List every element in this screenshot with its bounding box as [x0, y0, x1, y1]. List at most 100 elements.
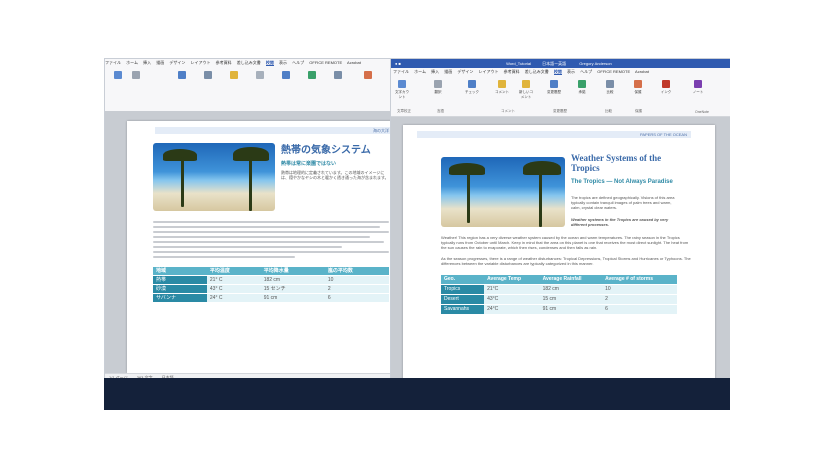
table-cell: 6 — [602, 304, 677, 314]
table-row: 砂漠 43° C 15 センチ 2 — [153, 284, 389, 294]
left-ribbon-spelling-button[interactable] — [111, 71, 125, 81]
table-cell: 10 — [324, 275, 389, 285]
menu-draw[interactable]: 描画 — [156, 60, 164, 65]
menu-file[interactable]: ファイル — [393, 69, 409, 74]
table-cell: 91 cm — [539, 304, 603, 314]
menu-office-remote[interactable]: OFFICE REMOTE — [309, 60, 342, 65]
table-cell: 2 — [602, 294, 677, 305]
left-document-area: 海の大洋 熱帯の気象システム 熱帯は常に楽園ではない 熱帯は地理的に定義されてい… — [105, 111, 405, 373]
right-window-subtitle: 日本語ー英語 — [542, 61, 567, 66]
table-header-cell: 平均温度 — [206, 267, 261, 276]
menu-design[interactable]: デザイン — [457, 69, 473, 74]
left-beach-photo — [153, 143, 275, 211]
menu-insert[interactable]: 挿入 — [431, 69, 439, 74]
table-cell: 2 — [324, 284, 389, 294]
table-cell: 熱帯 — [153, 275, 207, 285]
table-cell: 砂漠 — [153, 284, 207, 294]
right-document-page: PAPERS OF THE OCEAN Weather Systems of t… — [403, 125, 715, 393]
desktop-screen: ファイル ホーム 挿入 描画 デザイン レイアウト 参考資料 差し込み文書 校閲… — [104, 58, 730, 410]
menu-view[interactable]: 表示 — [567, 69, 575, 74]
table-cell: 182 cm — [260, 275, 325, 285]
right-title-bar: ● ■ Word_Tutorial 日本語ー英語 Gregory Anderso… — [391, 59, 730, 68]
table-cell: Desert — [441, 294, 485, 305]
menu-references[interactable]: 参考資料 — [216, 60, 232, 65]
table-row: Savannahs 24°C 91 cm 6 — [441, 304, 677, 314]
menu-help[interactable]: ヘルプ — [580, 69, 592, 74]
taskbar — [104, 378, 730, 410]
menu-mailings[interactable]: 差し込み文書 — [525, 69, 549, 74]
left-menu-bar: ファイル ホーム 挿入 描画 デザイン レイアウト 参考資料 差し込み文書 校閲… — [105, 59, 405, 67]
autosave-toggle[interactable]: ● ■ — [395, 61, 401, 66]
menu-review[interactable]: 校閲 — [265, 60, 274, 66]
table-cell: 43°C — [484, 294, 540, 305]
ribbon-comment-button[interactable]: コメント — [495, 80, 509, 95]
menu-review[interactable]: 校閲 — [553, 69, 562, 75]
ribbon-compare-button[interactable]: 比較 — [603, 80, 617, 95]
group-label-comments: コメント — [501, 109, 515, 113]
ribbon-protect-button[interactable]: 保護 — [631, 80, 645, 95]
right-doc-paragraph: Weather! This region has a very diverse … — [441, 235, 689, 250]
right-doc-intro: The tropics are defined geographically. … — [571, 195, 675, 210]
ribbon-ink-button[interactable]: インク — [659, 80, 673, 95]
left-ribbon-comment-button[interactable] — [227, 71, 241, 81]
right-window-title: Word_Tutorial — [506, 61, 531, 66]
left-ribbon-protect-button[interactable] — [361, 71, 375, 81]
left-ribbon-compare-button[interactable] — [331, 71, 345, 81]
right-document-area: PAPERS OF THE OCEAN Weather Systems of t… — [391, 117, 730, 393]
ribbon-onenote-button[interactable]: ノート — [691, 80, 705, 95]
group-label-compare: 比較 — [605, 109, 612, 113]
table-header-cell: Average Rainfall — [539, 275, 603, 285]
table-header-cell: 嵐の平均数 — [324, 267, 389, 276]
menu-acrobat[interactable]: Acrobat — [347, 60, 361, 65]
right-doc-subtitle: The Tropics — Not Always Paradise — [571, 179, 673, 185]
menu-insert[interactable]: 挿入 — [143, 60, 151, 65]
menu-layout[interactable]: レイアウト — [479, 69, 499, 74]
table-row: Desert 43°C 15 cm 2 — [441, 294, 677, 305]
menu-references[interactable]: 参考資料 — [504, 69, 520, 74]
table-cell: 43° C — [206, 284, 261, 294]
menu-home[interactable]: ホーム — [414, 69, 426, 74]
table-cell: サバンナ — [153, 293, 207, 302]
group-label-language: 言語 — [437, 109, 444, 113]
ribbon-translate-button[interactable]: 翻訳 — [431, 80, 445, 95]
left-ribbon-track-button[interactable] — [279, 71, 293, 81]
left-page-header: 海の大洋 — [155, 127, 393, 134]
group-label-proofing: 文章校正 — [397, 109, 411, 113]
menu-home[interactable]: ホーム — [126, 60, 138, 65]
table-row: 熱帯 21° C 182 cm 10 — [153, 275, 389, 285]
ribbon-check-button[interactable]: チェック — [465, 80, 479, 95]
left-doc-title: 熱帯の気象システム — [281, 145, 371, 156]
left-word-window: ファイル ホーム 挿入 描画 デザイン レイアウト 参考資料 差し込み文書 校閲… — [104, 58, 406, 382]
menu-view[interactable]: 表示 — [279, 60, 287, 65]
group-label-tracking: 変更履歴 — [553, 109, 567, 113]
table-cell: 21° C — [206, 275, 261, 285]
ribbon-wordcount-button[interactable]: 文字カウント — [395, 80, 409, 100]
ribbon-track-changes-button[interactable]: 変更履歴 — [547, 80, 561, 95]
left-ribbon-language-button[interactable] — [201, 71, 215, 81]
left-ribbon-translate-button[interactable] — [175, 71, 189, 81]
menu-draw[interactable]: 描画 — [444, 69, 452, 74]
menu-design[interactable]: デザイン — [169, 60, 185, 65]
left-doc-intro: 熱帯は地理的に定義されています。この地域のイメージには、穏やかなヤシの木と暖かく… — [281, 170, 389, 180]
menu-help[interactable]: ヘルプ — [292, 60, 304, 65]
menu-office-remote[interactable]: OFFICE REMOTE — [597, 69, 630, 74]
right-doc-title: Weather Systems of the Tropics — [571, 153, 662, 173]
left-document-page: 海の大洋 熱帯の気象システム 熱帯は常に楽園ではない 熱帯は地理的に定義されてい… — [127, 121, 397, 373]
table-header-row: Geo. Average Temp Average Rainfall Avera… — [441, 275, 677, 285]
left-ribbon-delete-button[interactable] — [253, 71, 267, 81]
menu-layout[interactable]: レイアウト — [191, 60, 211, 65]
left-ribbon-wordcount-button[interactable] — [129, 71, 143, 81]
left-ribbon-accept-button[interactable] — [305, 71, 319, 81]
menu-acrobat[interactable]: Acrobat — [635, 69, 649, 74]
table-header-cell: 平均降水量 — [260, 267, 325, 276]
table-cell: 24°C — [484, 304, 540, 314]
left-body-text-lines — [153, 221, 389, 261]
table-cell: Savannahs — [441, 304, 485, 314]
table-row: サバンナ 24° C 91 cm 6 — [153, 293, 389, 302]
ribbon-new-comment-button[interactable]: 新しいコメント — [519, 80, 533, 100]
menu-file[interactable]: ファイル — [105, 60, 121, 65]
user-name: Gregory Anderson — [579, 61, 612, 66]
menu-mailings[interactable]: 差し込み文書 — [237, 60, 261, 65]
ribbon-accept-button[interactable]: 承諾 — [575, 80, 589, 95]
table-cell: 15 cm — [539, 294, 603, 305]
